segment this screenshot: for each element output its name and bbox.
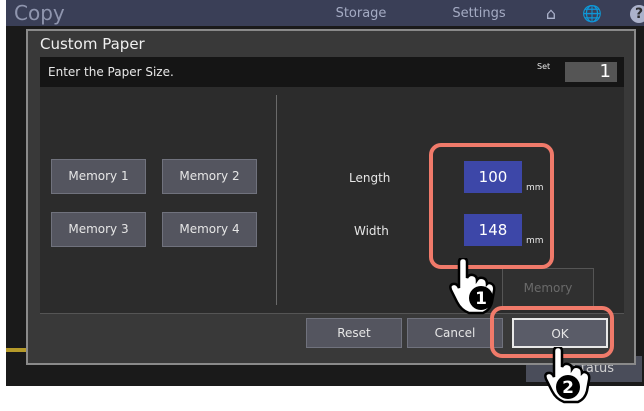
- reset-button[interactable]: Reset: [306, 318, 402, 348]
- callout-2-number: 2: [562, 378, 574, 398]
- home-icon[interactable]: ⌂: [541, 4, 561, 24]
- tab-settings[interactable]: Settings: [424, 0, 534, 26]
- hand-pointer-icon: 1: [449, 258, 496, 315]
- top-bar: Copy Storage Settings ⌂ 🌐 ?: [6, 0, 644, 26]
- background-accent: [6, 348, 28, 352]
- tab-storage[interactable]: Storage: [306, 0, 416, 26]
- fields-highlight: [429, 143, 554, 269]
- instruction-text: Enter the Paper Size.: [48, 65, 174, 79]
- app-title: Copy: [14, 1, 65, 25]
- cancel-button[interactable]: Cancel: [407, 318, 503, 348]
- memory-3-button[interactable]: Memory 3: [51, 212, 146, 247]
- help-icon[interactable]: ?: [630, 5, 644, 23]
- callout-1-number: 1: [475, 289, 487, 309]
- memory-save-button[interactable]: Memory: [502, 268, 594, 308]
- instruction-bar: Enter the Paper Size. Set 1: [40, 57, 624, 87]
- globe-icon[interactable]: 🌐: [582, 4, 602, 24]
- width-label: Width: [354, 224, 389, 238]
- memory-4-button[interactable]: Memory 4: [162, 212, 257, 247]
- panel-divider: [276, 95, 277, 305]
- dialog-title: Custom Paper: [40, 35, 145, 53]
- set-label: Set: [537, 62, 551, 71]
- length-label: Length: [349, 171, 391, 185]
- memory-1-button[interactable]: Memory 1: [51, 159, 146, 194]
- set-count-field: 1: [565, 62, 617, 82]
- memory-2-button[interactable]: Memory 2: [162, 159, 257, 194]
- hand-pointer-icon: 2: [544, 347, 591, 404]
